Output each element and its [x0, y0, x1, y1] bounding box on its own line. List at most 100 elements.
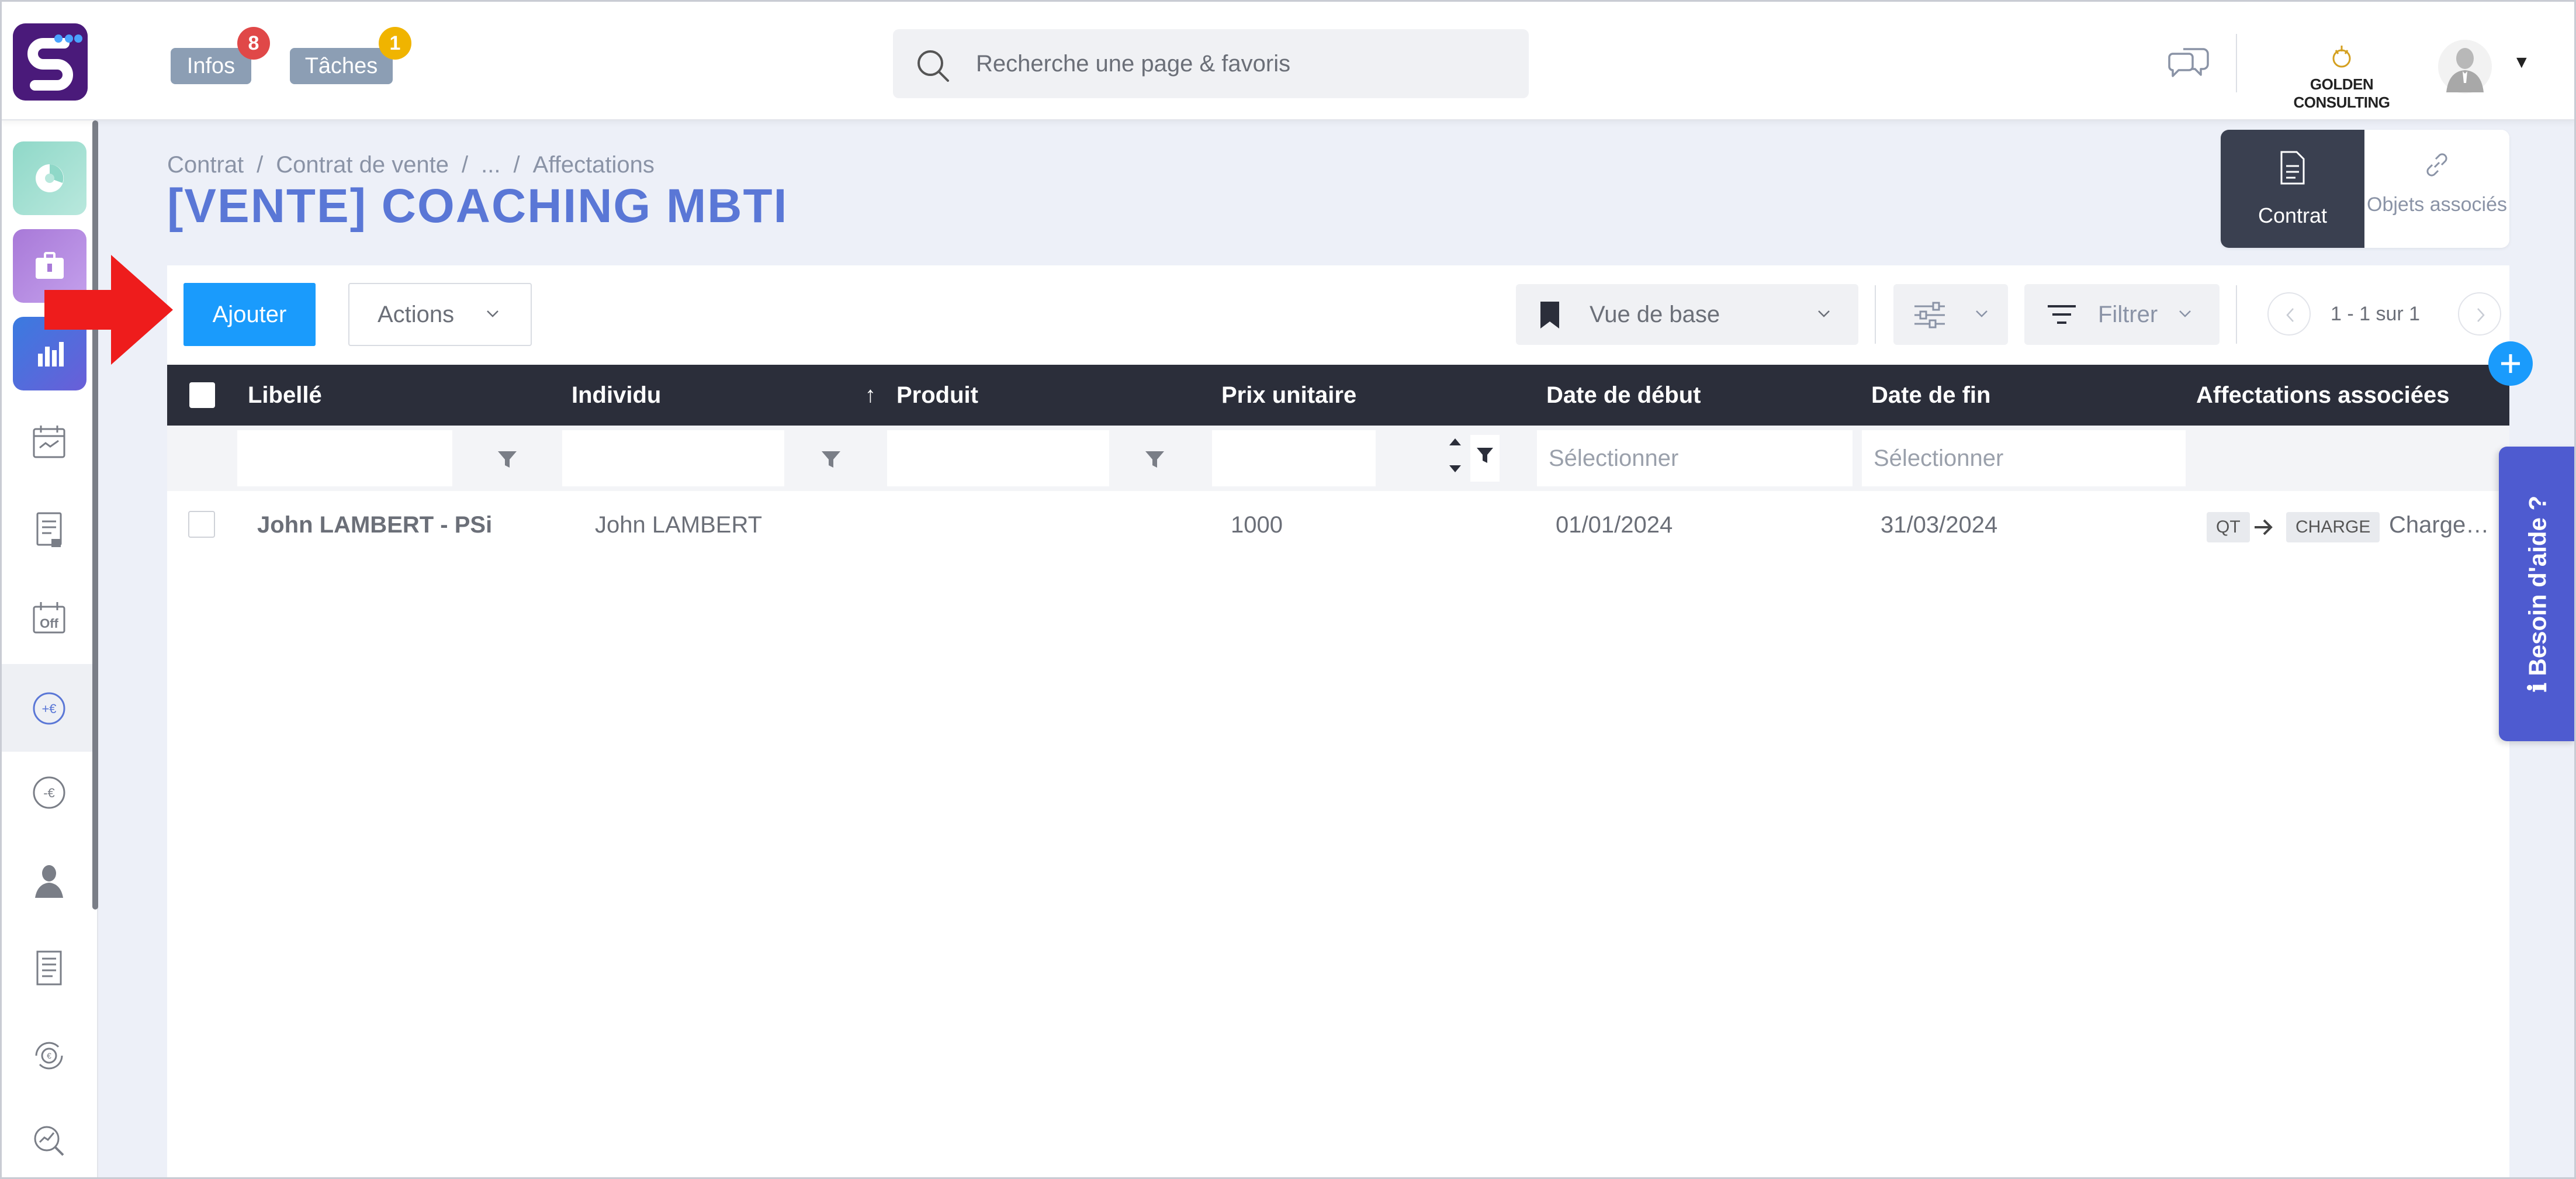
view-selector[interactable]: Vue de base [1516, 284, 1858, 345]
chevron-down-icon [1976, 310, 1988, 317]
tab-objets-label: Objets associés [2367, 193, 2507, 216]
breadcrumb-separator: / [257, 152, 264, 178]
filter-button[interactable]: Filtrer [2024, 284, 2220, 345]
next-page-button[interactable] [2458, 292, 2501, 336]
view-selector-label: Vue de base [1590, 302, 1720, 327]
euro-cycle-icon[interactable]: € [26, 1032, 72, 1079]
document-icon[interactable] [26, 506, 72, 553]
chevron-down-icon [1818, 310, 1830, 317]
toolbar-divider [2236, 285, 2237, 344]
cell-date-fin: 31/03/2024 [1881, 512, 1998, 538]
chat-icon[interactable] [2166, 44, 2210, 85]
add-button[interactable]: Ajouter [183, 283, 316, 346]
cell-prix-unitaire: 1000 [1231, 512, 1283, 538]
user-menu-caret-icon[interactable]: ▼ [2513, 53, 2530, 72]
affectation-to-tag: CHARGE [2286, 512, 2380, 542]
person-icon[interactable] [26, 857, 72, 904]
cell-date-debut: 01/01/2024 [1556, 512, 1673, 538]
user-avatar[interactable] [2437, 39, 2493, 95]
svg-text:-€: -€ [43, 786, 55, 800]
column-header-libelle[interactable]: Libellé [248, 365, 322, 426]
prev-page-button[interactable] [2267, 292, 2311, 336]
taches-button[interactable]: Tâches 1 [290, 27, 411, 84]
help-label: Besoin d'aide ? [2523, 495, 2551, 676]
filter-label: Filtrer [2098, 302, 2158, 327]
table-header: Libellé Individu ↑ Produit Prix unitaire… [167, 365, 2509, 426]
calendar-icon[interactable] [26, 419, 72, 465]
company-logo[interactable]: GOLDEN CONSULTING [2269, 43, 2415, 112]
cell-libelle[interactable]: John LAMBERT - PSi [257, 512, 492, 538]
analytics-icon[interactable] [26, 1118, 72, 1164]
column-settings-button[interactable] [1893, 284, 2008, 345]
invoice-icon[interactable] [26, 945, 72, 991]
filter-select-date-debut[interactable]: Sélectionner [1537, 430, 1853, 486]
infos-button[interactable]: Infos 8 [171, 27, 270, 84]
top-header: Infos 8 Tâches 1 GOLDEN CONSULTING [0, 0, 2576, 120]
cell-individu: John LAMBERT [595, 512, 763, 538]
help-tab[interactable]: ℹ Besoin d'aide ? [2499, 447, 2576, 741]
actions-label: Actions [378, 301, 455, 327]
breadcrumb-current: Affectations [532, 152, 655, 178]
document-icon [2280, 151, 2305, 185]
column-header-affectations[interactable]: Affectations associées [2196, 365, 2450, 426]
breadcrumb: Contrat / Contrat de vente /... / Affectation… [167, 152, 655, 178]
column-header-prix-unitaire[interactable]: Prix unitaire [1221, 365, 1356, 426]
filter-input-libelle[interactable] [237, 430, 452, 486]
column-header-date-debut[interactable]: Date de début [1546, 365, 1701, 426]
search-icon [917, 50, 949, 82]
help-tab-label: ℹ Besoin d'aide ? [2523, 496, 2552, 692]
taches-count-badge: 1 [379, 27, 411, 60]
actions-dropdown[interactable]: Actions [348, 283, 532, 346]
filter-funnel-icon[interactable] [820, 449, 842, 470]
filter-input-prix[interactable] [1212, 430, 1376, 486]
svg-text:Off: Off [40, 616, 58, 631]
plus-euro-icon[interactable]: +€ [26, 685, 72, 732]
breadcrumb-item[interactable]: Contrat de vente [276, 152, 449, 178]
pagination-text: 1 - 1 sur 1 [2331, 303, 2421, 325]
company-name: GOLDEN CONSULTING [2293, 75, 2390, 111]
cell-affectation-label[interactable]: Charge… [2389, 512, 2489, 538]
filter-funnel-icon[interactable] [1144, 449, 1165, 470]
column-header-date-fin[interactable]: Date de fin [1871, 365, 1990, 426]
red-arrow-annotation [44, 255, 173, 365]
app-logo[interactable] [13, 23, 88, 101]
chevron-right-icon [2477, 308, 2485, 322]
column-header-produit[interactable]: Produit [896, 365, 978, 426]
tab-contrat[interactable]: Contrat [2221, 130, 2364, 248]
breadcrumb-item[interactable]: ... [481, 152, 500, 178]
table-row[interactable]: John LAMBERT - PSi John LAMBERT 1000 01/… [167, 491, 2509, 561]
tab-objets-associes[interactable]: Objets associés [2364, 130, 2509, 248]
breadcrumb-separator: / [513, 152, 520, 178]
minus-euro-icon[interactable]: -€ [26, 769, 72, 816]
add-column-button[interactable] [2488, 341, 2533, 386]
arrow-right-icon [2255, 519, 2273, 535]
global-search[interactable] [893, 29, 1529, 98]
header-divider [2236, 34, 2237, 92]
filter-funnel-icon[interactable] [497, 449, 518, 470]
infos-label: Infos [186, 54, 236, 78]
row-checkbox[interactable] [188, 511, 215, 538]
filter-input-produit[interactable] [887, 430, 1109, 486]
breadcrumb-separator: / [462, 152, 469, 178]
search-input[interactable] [976, 46, 1502, 82]
chevron-down-icon [2179, 310, 2191, 317]
filter-select-date-fin[interactable]: Sélectionner [1862, 430, 2186, 486]
sidebar-item-dashboard[interactable] [13, 141, 86, 215]
filter-lines-icon [2048, 305, 2076, 324]
record-tabs: Contrat Objets associés [2221, 130, 2509, 248]
column-header-individu[interactable]: Individu [572, 365, 661, 426]
chevron-down-icon [487, 310, 498, 317]
filter-input-individu[interactable] [562, 430, 784, 486]
sort-ascending-icon[interactable]: ↑ [865, 365, 876, 426]
breadcrumb-item[interactable]: Contrat [167, 152, 244, 178]
select-all-checkbox[interactable] [189, 382, 215, 408]
affectation-from-tag: QT [2207, 512, 2250, 542]
table-filter-row: Sélectionner Sélectionner [167, 426, 2509, 491]
off-calendar-icon[interactable]: Off [26, 594, 72, 641]
page-title: [VENTE] COACHING MBTI [167, 179, 788, 233]
sidebar-scrollbar[interactable] [92, 120, 98, 910]
sliders-icon [1914, 302, 1945, 329]
number-stepper[interactable] [1392, 435, 1500, 482]
company-emblem-icon [2332, 46, 2351, 68]
tab-contrat-label: Contrat [2258, 203, 2328, 227]
